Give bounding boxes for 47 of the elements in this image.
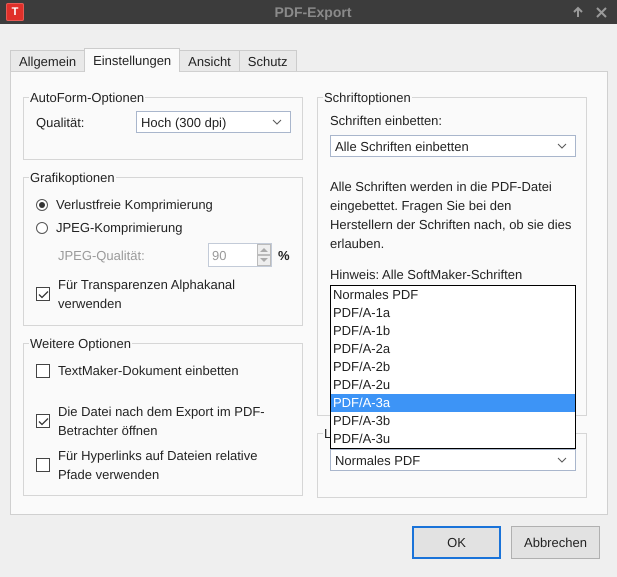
jpeg-quality-label: JPEG-Qualität: xyxy=(58,248,146,262)
cancel-button[interactable]: Abbrechen xyxy=(511,526,600,559)
radio-button[interactable] xyxy=(36,198,48,210)
list-option[interactable]: PDF/A-2b xyxy=(331,358,575,376)
group-title: Weitere Optionen xyxy=(29,336,132,351)
checkbox-label: Für Hyperlinks auf Dateien relative Pfade verwenden xyxy=(58,447,258,484)
chevron-down-icon xyxy=(557,143,567,149)
checkbox-label: Die Datei nach dem Export im PDF-Betrachter öffnen xyxy=(58,403,266,440)
radio-label: Verlustfreie Komprimierung xyxy=(56,197,213,212)
radio-label: JPEG-Komprimierung xyxy=(56,220,182,235)
list-option[interactable]: PDF/A-2u xyxy=(331,376,575,394)
list-option[interactable]: PDF/A-3u xyxy=(331,430,575,448)
description-text: Alle Schriften werden in die PDF-Datei eingebettet. Fragen Sie bei den Herstellern der Schriften nach, ob sie dies erlauben. xyxy=(330,178,572,253)
list-option[interactable]: PDF/A-2a xyxy=(331,340,575,358)
hint-text: Hinweis: Alle SoftMaker-Schriften xyxy=(330,267,524,282)
chevron-down-icon xyxy=(272,119,282,125)
spin-arrows-icon xyxy=(257,244,271,266)
tab[interactable]: Allgemein xyxy=(10,50,86,71)
app-logo-icon: T xyxy=(6,3,24,21)
group-title: AutoForm-Optionen xyxy=(29,90,146,105)
embed-fonts-label: Schriften einbetten: xyxy=(330,113,444,128)
list-option[interactable]: PDF/A-3b xyxy=(331,412,575,430)
checkbox[interactable] xyxy=(36,364,50,378)
list-option[interactable]: PDF/A-1a xyxy=(331,304,575,322)
close-icon[interactable] xyxy=(596,6,607,18)
quality-label: Qualität: xyxy=(36,114,86,130)
group-title: Schriftoptionen xyxy=(323,90,412,105)
tab[interactable]: Ansicht xyxy=(179,50,240,71)
checkbox-label: TextMaker-Dokument einbetten xyxy=(58,362,239,380)
percent-unit: % xyxy=(278,248,290,262)
list-option[interactable]: Normales PDF xyxy=(331,286,575,304)
quality-dropdown[interactable]: Hoch (300 dpi) xyxy=(136,111,291,133)
checkbox[interactable] xyxy=(36,458,50,472)
checkbox-label: Für Transparenzen Alphakanal verwenden xyxy=(58,276,236,313)
list-option[interactable]: PDF/A-1b xyxy=(331,322,575,340)
tab[interactable]: Schutz xyxy=(238,50,297,71)
tab[interactable]: Einstellungen xyxy=(84,48,180,72)
arrow-up-icon[interactable] xyxy=(572,6,584,18)
pdf-type-dropdown[interactable]: Normales PDF xyxy=(330,449,576,471)
group-title: Grafikoptionen xyxy=(29,170,116,185)
checkbox[interactable] xyxy=(36,287,50,301)
ok-button[interactable]: OK xyxy=(412,526,501,559)
checkbox[interactable] xyxy=(36,414,50,428)
radio-button[interactable] xyxy=(36,222,48,234)
embed-fonts-dropdown[interactable]: Alle Schriften einbetten xyxy=(330,135,576,157)
chevron-down-icon xyxy=(557,457,567,463)
window-title: PDF-Export xyxy=(274,4,352,20)
